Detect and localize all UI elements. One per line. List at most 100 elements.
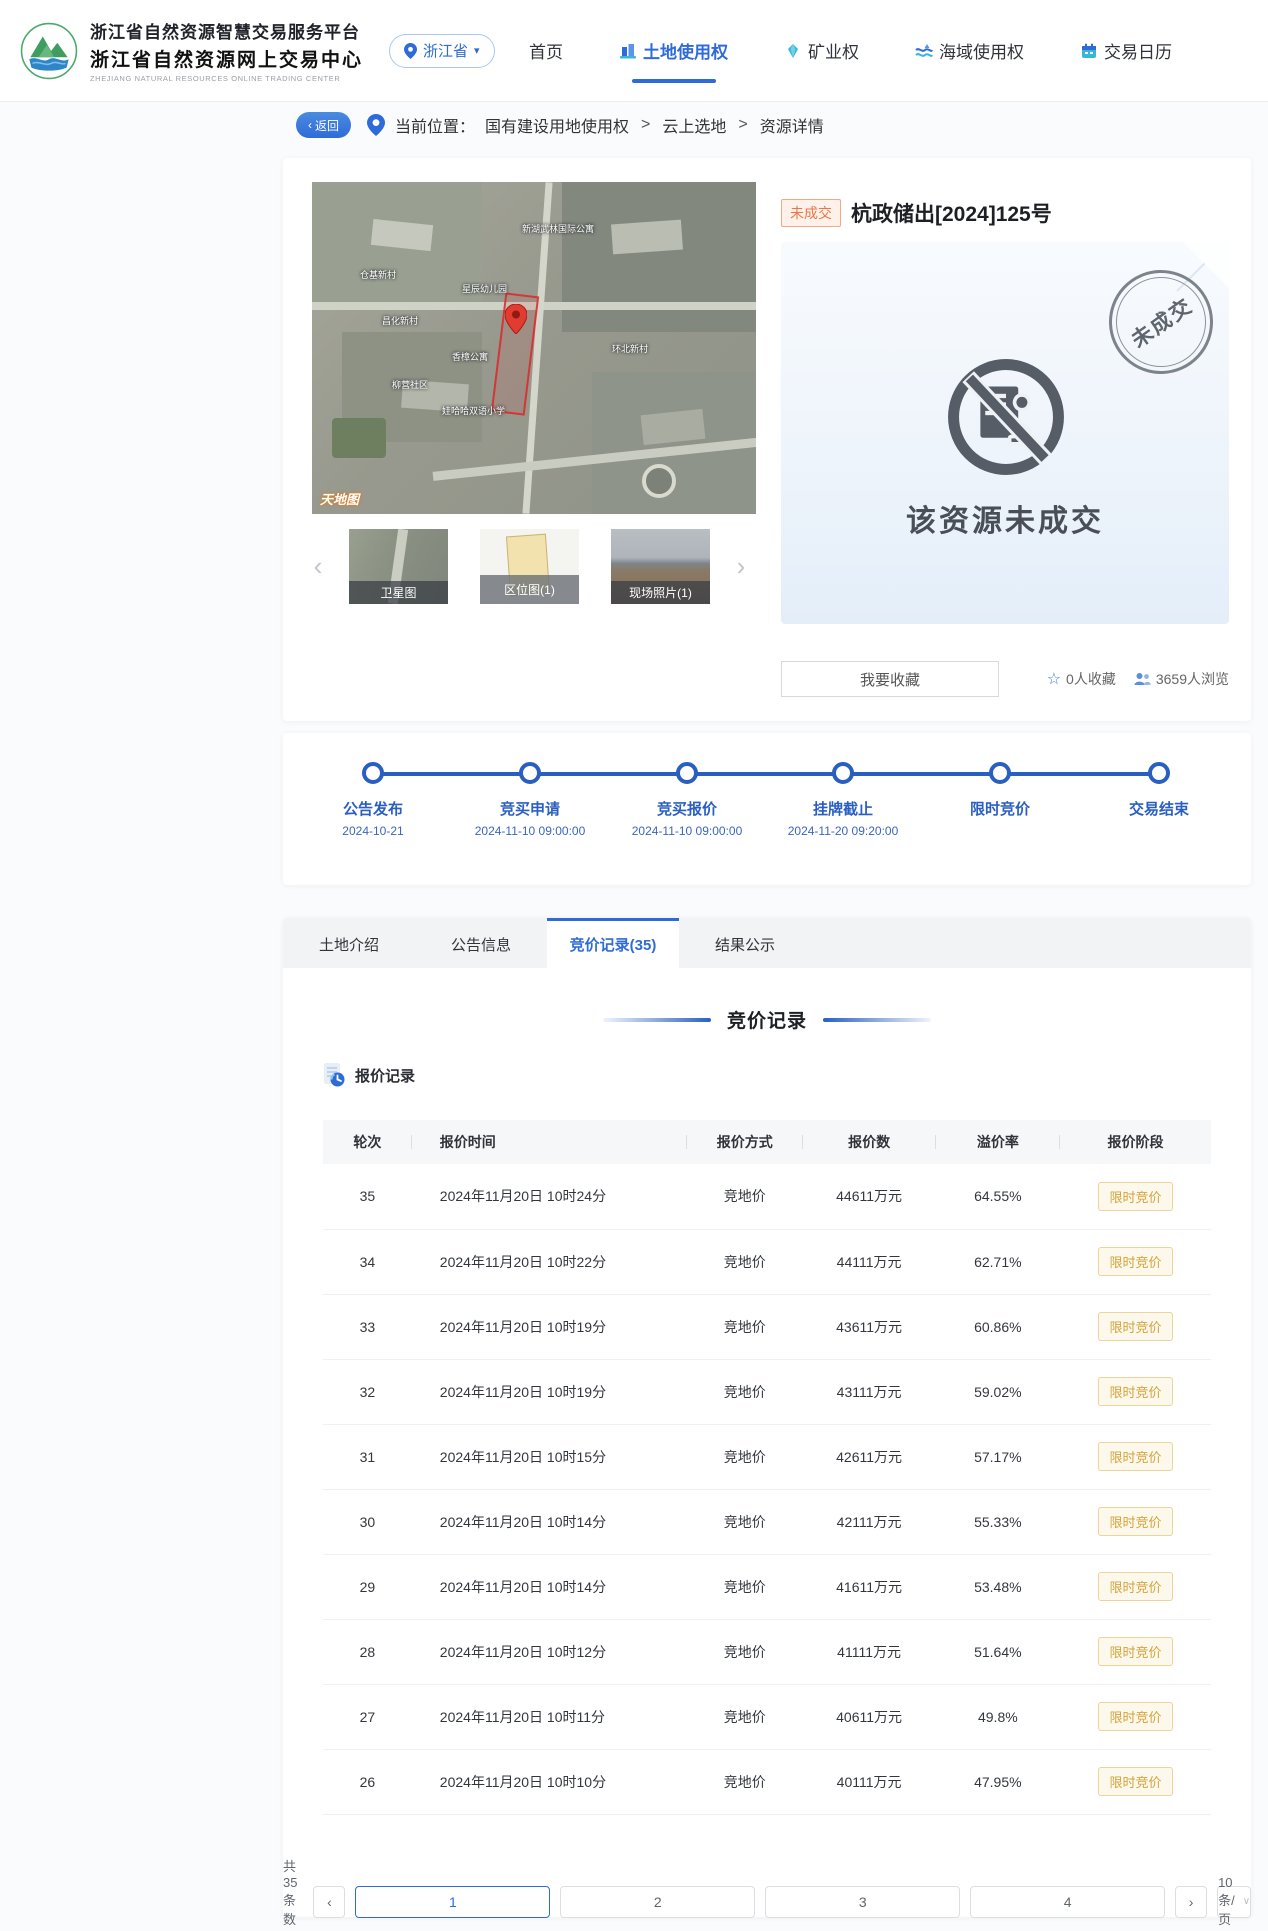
page-size-select[interactable]: 10 条/页 ∨ (1217, 1886, 1251, 1918)
gallery-thumbnails: ‹ 卫星图 区位图(1) 现场照片(1) › (303, 528, 763, 604)
tab-announcement-info[interactable]: 公告信息 (415, 918, 547, 968)
cell-stage: 限时竞价 (1060, 1359, 1211, 1424)
map-block (611, 220, 683, 255)
favorite-button[interactable]: 我要收藏 (781, 661, 999, 697)
pagination-page-4[interactable]: 4 (970, 1886, 1165, 1918)
cell-round: 30 (323, 1489, 412, 1554)
breadcrumb-separator: > (641, 116, 650, 134)
cell-amount: 42611万元 (803, 1424, 936, 1489)
table-row: 26 2024年11月20日 10时10分 竞地价 40111万元 47.95%… (323, 1749, 1211, 1814)
cell-method: 竞地价 (687, 1164, 802, 1229)
map-label: 昌化新村 (382, 314, 418, 327)
col-method: 报价方式 (687, 1120, 802, 1164)
tab-land-intro[interactable]: 土地介绍 (283, 918, 415, 968)
nav-item-mining-rights[interactable]: 矿业权 (784, 30, 859, 71)
unsold-message: 该资源未成交 (781, 496, 1229, 540)
cell-method: 竞地价 (687, 1359, 802, 1424)
satellite-map[interactable]: 新湖武林国际公寓 仓基新村 星辰幼儿园 昌化新村 香樟公寓 柳营社区 娃哈哈双语… (312, 182, 756, 514)
cell-method: 竞地价 (687, 1229, 802, 1294)
status-badge: 未成交 (781, 199, 841, 227)
breadcrumb-item-land-use[interactable]: 国有建设用地使用权 (485, 113, 629, 137)
cell-round: 31 (323, 1424, 412, 1489)
table-row: 27 2024年11月20日 10时11分 竞地价 40611万元 49.8% … (323, 1684, 1211, 1749)
timeline-step-label: 挂牌截止 (763, 798, 923, 819)
cell-premium: 53.48% (936, 1554, 1060, 1619)
mining-icon (784, 42, 802, 60)
region-selector[interactable]: 浙江省 ▾ (389, 34, 495, 68)
favorite-count: 0人收藏 (1066, 669, 1116, 689)
timeline-dot (989, 762, 1011, 784)
pagination-total: 共35条数据 (283, 1856, 297, 1931)
map-label: 星辰幼儿园 (462, 282, 507, 295)
wave-icon (915, 42, 933, 60)
nav-item-trading-calendar[interactable]: 交易日历 (1080, 30, 1172, 71)
thumbnail-location-plan[interactable]: 区位图(1) (480, 529, 579, 604)
cell-round: 33 (323, 1294, 412, 1359)
tab-result-publicity[interactable]: 结果公示 (679, 918, 811, 968)
thumbnail-site-photo[interactable]: 现场照片(1) (611, 529, 710, 604)
nav-item-sea-use-rights[interactable]: 海域使用权 (915, 30, 1024, 71)
site-logo-icon (20, 22, 78, 80)
cell-round: 34 (323, 1229, 412, 1294)
nav-item-home[interactable]: 首页 (529, 30, 563, 71)
pagination-page-3[interactable]: 3 (765, 1886, 960, 1918)
stamp-text: 未成交 (1124, 290, 1198, 354)
section-header: 竞价记录 (283, 1006, 1251, 1033)
timeline-step-label: 公告发布 (293, 798, 453, 819)
back-button[interactable]: ‹ 返回 (296, 112, 351, 138)
page-size-value: 10 条/页 (1218, 1875, 1235, 1928)
cell-amount: 43111万元 (803, 1359, 936, 1424)
main-nav: 首页 土地使用权 矿业权 (529, 30, 1172, 71)
timeline-step-announcement: 公告发布 2024-10-21 (293, 762, 453, 838)
stage-badge: 限时竞价 (1098, 1442, 1172, 1471)
map-label: 新湖武林国际公寓 (522, 222, 594, 235)
logo-group: 浙江省自然资源智慧交易服务平台 浙江省自然资源网上交易中心 ZHEJIANG N… (20, 18, 363, 83)
resource-title: 杭政储出[2024]125号 (851, 198, 1052, 228)
cell-time: 2024年11月20日 10时14分 (412, 1489, 687, 1554)
timeline-step-date: 2024-11-10 09:00:00 (450, 824, 610, 838)
stage-badge: 限时竞价 (1098, 1377, 1172, 1406)
nav-label: 海域使用权 (939, 38, 1024, 63)
favorite-count-stat[interactable]: ☆ 0人收藏 (1047, 669, 1116, 689)
stage-badge: 限时竞价 (1098, 1182, 1172, 1211)
pagination-prev-button[interactable]: ‹ (313, 1886, 345, 1918)
cell-method: 竞地价 (687, 1749, 802, 1814)
timeline-step-label: 交易结束 (1079, 798, 1239, 819)
map-roundabout (642, 464, 676, 498)
cell-time: 2024年11月20日 10时11分 (412, 1684, 687, 1749)
cell-round: 28 (323, 1619, 412, 1684)
stage-badge: 限时竞价 (1098, 1767, 1172, 1796)
stage-badge: 限时竞价 (1098, 1247, 1172, 1276)
tab-bidding-records[interactable]: 竞价记录(35) (547, 918, 679, 968)
cell-stage: 限时竞价 (1060, 1489, 1211, 1554)
gallery-prev-icon[interactable]: ‹ (303, 551, 333, 582)
col-time: 报价时间 (412, 1120, 687, 1164)
thumbnail-label: 现场照片(1) (611, 581, 710, 604)
unsold-panel: 未成交 该资源未成交 (781, 242, 1229, 624)
cell-premium: 59.02% (936, 1359, 1060, 1424)
gallery-next-icon[interactable]: › (726, 551, 756, 582)
timeline-dot (676, 762, 698, 784)
cell-method: 竞地价 (687, 1619, 802, 1684)
table-header-row: 轮次 报价时间 报价方式 报价数 溢价率 报价阶段 (323, 1120, 1211, 1164)
breadcrumb-item-cloud-select[interactable]: 云上选地 (662, 113, 726, 137)
pagination-page-1[interactable]: 1 (355, 1886, 550, 1918)
map-label: 环北新村 (612, 342, 648, 355)
cell-premium: 51.64% (936, 1619, 1060, 1684)
quote-record-icon (321, 1062, 347, 1088)
cell-stage: 限时竞价 (1060, 1424, 1211, 1489)
detail-tabs-card: 土地介绍 公告信息 竞价记录(35) 结果公示 竞价记录 报价记录 (283, 918, 1251, 1917)
stage-badge: 限时竞价 (1098, 1507, 1172, 1536)
subsection-header: 报价记录 (321, 1062, 415, 1088)
thumbnail-satellite[interactable]: 卫星图 (349, 529, 448, 604)
cell-stage: 限时竞价 (1060, 1294, 1211, 1359)
timeline-dot (519, 762, 541, 784)
bidding-table: 轮次 报价时间 报价方式 报价数 溢价率 报价阶段 35 2024年11月20日… (323, 1120, 1211, 1815)
timeline-step-label: 竞买报价 (607, 798, 767, 819)
table-row: 31 2024年11月20日 10时15分 竞地价 42611万元 57.17%… (323, 1424, 1211, 1489)
pagination-page-2[interactable]: 2 (560, 1886, 755, 1918)
pagination-next-button[interactable]: › (1175, 1886, 1207, 1918)
cell-time: 2024年11月20日 10时10分 (412, 1749, 687, 1814)
nav-item-land-use-rights[interactable]: 土地使用权 (619, 30, 728, 71)
subsection-title: 报价记录 (355, 1065, 415, 1086)
